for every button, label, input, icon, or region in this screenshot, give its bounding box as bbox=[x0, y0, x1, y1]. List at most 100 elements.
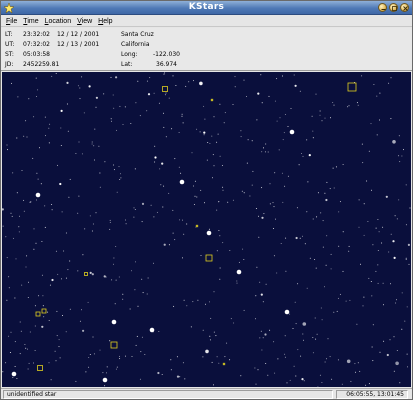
bright-star[interactable] bbox=[149, 327, 155, 333]
deep-sky-object-marker[interactable] bbox=[205, 254, 213, 262]
star[interactable] bbox=[361, 75, 363, 77]
star[interactable] bbox=[229, 359, 231, 361]
star[interactable] bbox=[113, 164, 115, 166]
star[interactable] bbox=[377, 264, 379, 266]
deep-sky-object-marker[interactable] bbox=[41, 308, 47, 314]
star[interactable] bbox=[161, 374, 163, 375]
star[interactable] bbox=[191, 152, 193, 154]
star[interactable] bbox=[210, 317, 212, 319]
star[interactable] bbox=[69, 178, 71, 180]
star[interactable] bbox=[113, 107, 115, 109]
star[interactable] bbox=[91, 273, 94, 276]
star[interactable] bbox=[368, 383, 370, 385]
star[interactable] bbox=[16, 192, 18, 194]
star[interactable] bbox=[176, 356, 178, 358]
deep-sky-object-marker[interactable] bbox=[37, 365, 43, 371]
star[interactable] bbox=[301, 378, 304, 381]
star[interactable] bbox=[401, 155, 403, 157]
star[interactable] bbox=[290, 108, 292, 109]
star[interactable] bbox=[330, 117, 331, 119]
star[interactable] bbox=[213, 165, 215, 167]
star[interactable] bbox=[392, 140, 396, 144]
star[interactable] bbox=[302, 155, 304, 157]
star[interactable] bbox=[317, 192, 319, 194]
star[interactable] bbox=[158, 102, 160, 104]
star[interactable] bbox=[256, 119, 258, 121]
star[interactable] bbox=[141, 336, 143, 338]
star[interactable] bbox=[257, 92, 260, 95]
star[interactable] bbox=[243, 309, 245, 311]
star[interactable] bbox=[142, 292, 144, 294]
star[interactable] bbox=[388, 251, 390, 253]
star[interactable] bbox=[40, 183, 42, 185]
star[interactable] bbox=[219, 103, 221, 105]
star[interactable] bbox=[41, 241, 43, 242]
star[interactable] bbox=[303, 339, 304, 341]
star[interactable] bbox=[393, 336, 395, 338]
star[interactable] bbox=[48, 142, 50, 144]
star[interactable] bbox=[184, 378, 186, 380]
star[interactable] bbox=[246, 96, 247, 97]
star[interactable] bbox=[362, 305, 364, 307]
star[interactable] bbox=[227, 201, 229, 203]
star[interactable] bbox=[19, 215, 20, 217]
star[interactable] bbox=[209, 335, 211, 337]
star[interactable] bbox=[357, 104, 359, 106]
star[interactable] bbox=[172, 75, 174, 77]
star[interactable] bbox=[284, 356, 286, 358]
star[interactable] bbox=[114, 303, 116, 305]
star[interactable] bbox=[158, 331, 160, 332]
star[interactable] bbox=[159, 168, 161, 170]
star[interactable] bbox=[19, 353, 21, 355]
star[interactable] bbox=[65, 277, 67, 279]
star[interactable] bbox=[377, 219, 379, 220]
deep-sky-object-marker[interactable] bbox=[162, 86, 168, 92]
bright-star[interactable] bbox=[236, 269, 242, 275]
star[interactable] bbox=[120, 177, 122, 179]
star[interactable] bbox=[267, 151, 269, 153]
star[interactable] bbox=[134, 168, 136, 170]
star[interactable] bbox=[111, 120, 112, 122]
star[interactable] bbox=[8, 276, 10, 278]
star[interactable] bbox=[363, 203, 365, 205]
star[interactable] bbox=[55, 250, 57, 252]
star[interactable] bbox=[218, 230, 220, 231]
star[interactable] bbox=[278, 149, 280, 151]
star[interactable] bbox=[137, 305, 139, 307]
star[interactable] bbox=[95, 212, 97, 214]
star[interactable] bbox=[405, 224, 407, 226]
star[interactable] bbox=[263, 213, 265, 215]
star[interactable] bbox=[60, 109, 63, 112]
star[interactable] bbox=[224, 112, 226, 114]
star[interactable] bbox=[275, 218, 276, 220]
star[interactable] bbox=[396, 350, 398, 351]
star[interactable] bbox=[65, 232, 67, 234]
star[interactable] bbox=[28, 281, 29, 283]
star[interactable] bbox=[165, 92, 167, 94]
star[interactable] bbox=[193, 185, 194, 187]
star[interactable] bbox=[2, 225, 4, 227]
star[interactable] bbox=[140, 351, 142, 353]
star[interactable] bbox=[180, 172, 182, 174]
star[interactable] bbox=[45, 135, 46, 137]
star[interactable] bbox=[289, 379, 291, 381]
star[interactable] bbox=[95, 106, 97, 108]
star[interactable] bbox=[119, 105, 121, 107]
star[interactable] bbox=[218, 362, 220, 364]
star[interactable] bbox=[217, 133, 219, 135]
star[interactable] bbox=[255, 383, 257, 385]
star[interactable] bbox=[137, 80, 139, 82]
bright-star[interactable] bbox=[102, 377, 108, 383]
star[interactable] bbox=[308, 154, 311, 157]
star[interactable] bbox=[208, 228, 210, 230]
star[interactable] bbox=[297, 283, 299, 285]
star[interactable] bbox=[51, 75, 53, 77]
star[interactable] bbox=[144, 354, 146, 355]
star[interactable] bbox=[116, 366, 118, 368]
star[interactable] bbox=[371, 346, 373, 348]
star[interactable] bbox=[44, 116, 46, 118]
star[interactable] bbox=[111, 279, 113, 281]
star[interactable] bbox=[37, 178, 39, 180]
deep-sky-object-marker[interactable] bbox=[35, 311, 41, 317]
star[interactable] bbox=[376, 95, 378, 97]
